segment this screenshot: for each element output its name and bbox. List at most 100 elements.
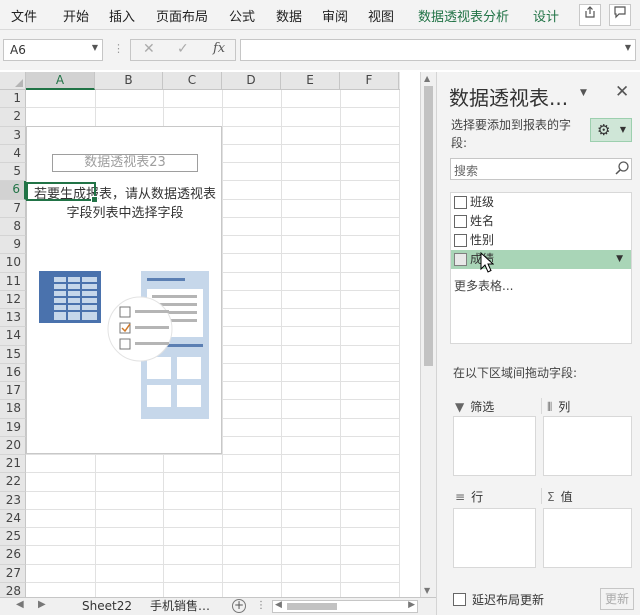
column-header-f[interactable]: F bbox=[340, 72, 399, 90]
tab-page-layout[interactable]: 页面布局 bbox=[156, 6, 208, 25]
column-header-d[interactable]: D bbox=[222, 72, 281, 90]
row-header[interactable]: 14 bbox=[0, 327, 26, 346]
row-header[interactable]: 4 bbox=[0, 144, 26, 163]
sigma-icon: Σ bbox=[547, 490, 555, 504]
scrollbar-thumb[interactable] bbox=[424, 86, 433, 366]
row-header[interactable]: 20 bbox=[0, 436, 26, 455]
tab-split-icon[interactable]: ⋮ bbox=[256, 600, 266, 611]
gridline bbox=[26, 527, 400, 528]
vertical-scrollbar[interactable]: ▲ ▼ bbox=[420, 72, 436, 597]
row-header[interactable]: 10 bbox=[0, 254, 26, 273]
column-header-b[interactable]: B bbox=[95, 72, 163, 90]
tab-file[interactable]: 文件 bbox=[11, 6, 37, 25]
row-header[interactable]: 3 bbox=[0, 126, 26, 145]
row-header[interactable]: 25 bbox=[0, 528, 26, 547]
row-header[interactable]: 19 bbox=[0, 418, 26, 437]
scrollbar-thumb[interactable] bbox=[287, 603, 337, 610]
tab-review[interactable]: 审阅 bbox=[322, 6, 348, 25]
formula-bar-grip-icon[interactable]: ⋮ bbox=[113, 42, 124, 55]
row-header[interactable]: 23 bbox=[0, 491, 26, 510]
scroll-up-icon[interactable]: ▲ bbox=[424, 74, 430, 83]
next-sheet-icon[interactable]: ▶ bbox=[38, 599, 46, 610]
row-header[interactable]: 12 bbox=[0, 290, 26, 309]
field-item-name[interactable]: 姓名 bbox=[451, 212, 631, 231]
tab-formulas[interactable]: 公式 bbox=[229, 6, 255, 25]
row-header[interactable]: 27 bbox=[0, 564, 26, 583]
field-item-class[interactable]: 班级 bbox=[451, 193, 631, 212]
rows-drop-zone[interactable] bbox=[453, 508, 536, 568]
values-drop-zone[interactable] bbox=[543, 508, 632, 568]
chevron-down-icon[interactable]: ▼ bbox=[616, 250, 623, 269]
sheet-tab[interactable]: 手机销售… bbox=[144, 598, 216, 615]
row-header[interactable]: 15 bbox=[0, 345, 26, 364]
field-checkbox[interactable] bbox=[454, 234, 467, 247]
column-header-c[interactable]: C bbox=[163, 72, 222, 90]
row-header[interactable]: 6 bbox=[0, 181, 26, 200]
column-header-e[interactable]: E bbox=[281, 72, 340, 90]
gridline bbox=[281, 90, 282, 597]
row-header[interactable]: 9 bbox=[0, 236, 26, 255]
row-header[interactable]: 16 bbox=[0, 363, 26, 382]
column-header-g[interactable] bbox=[399, 72, 400, 90]
gridline bbox=[26, 472, 400, 474]
row-header[interactable]: 13 bbox=[0, 309, 26, 328]
search-icon[interactable] bbox=[614, 160, 630, 180]
comment-icon[interactable] bbox=[609, 4, 631, 26]
selected-cell-a6[interactable] bbox=[26, 182, 98, 203]
columns-drop-zone[interactable] bbox=[543, 416, 632, 476]
column-header-a[interactable]: A bbox=[26, 72, 95, 90]
worksheet-grid[interactable]: A B C D E F 1 2 3 4 5 6 7 8 9 10 11 12 13 14 15 16 17 18 1… bbox=[0, 72, 400, 597]
row-header[interactable]: 22 bbox=[0, 473, 26, 492]
field-checkbox[interactable] bbox=[454, 215, 467, 228]
scroll-left-icon[interactable]: ◀ bbox=[275, 600, 282, 610]
insert-function-button[interactable]: fx bbox=[213, 41, 225, 56]
share-icon[interactable] bbox=[579, 4, 601, 26]
field-settings-button[interactable]: ⚙ ▼ bbox=[590, 118, 632, 142]
close-icon[interactable]: ✕ bbox=[615, 82, 629, 102]
field-search-input[interactable]: 搜索 bbox=[450, 158, 632, 180]
row-header[interactable]: 7 bbox=[0, 199, 26, 218]
gridline bbox=[26, 508, 400, 510]
field-checkbox[interactable] bbox=[454, 253, 467, 266]
row-header[interactable]: 18 bbox=[0, 400, 26, 419]
prev-sheet-icon[interactable]: ◀ bbox=[16, 599, 24, 610]
row-header[interactable]: 28 bbox=[0, 582, 26, 597]
row-header[interactable]: 21 bbox=[0, 455, 26, 474]
add-sheet-button[interactable]: + bbox=[232, 599, 246, 613]
defer-checkbox[interactable] bbox=[453, 593, 466, 606]
update-button[interactable]: 更新 bbox=[600, 588, 634, 610]
cancel-icon[interactable]: ✕ bbox=[143, 41, 155, 57]
select-all-button[interactable] bbox=[0, 72, 26, 90]
tab-home[interactable]: 开始 bbox=[63, 6, 89, 25]
row-header[interactable]: 11 bbox=[0, 272, 26, 291]
scroll-right-icon[interactable]: ▶ bbox=[408, 600, 415, 610]
field-item-score[interactable]: 成绩 ▼ bbox=[451, 250, 631, 269]
enter-icon[interactable]: ✓ bbox=[177, 41, 189, 57]
expand-formula-icon[interactable]: ▼ bbox=[625, 43, 631, 52]
filter-drop-zone[interactable] bbox=[453, 416, 536, 476]
tab-view[interactable]: 视图 bbox=[368, 6, 394, 25]
more-tables-link[interactable]: 更多表格... bbox=[454, 277, 513, 294]
row-header[interactable]: 2 bbox=[0, 108, 26, 127]
row-header[interactable]: 5 bbox=[0, 163, 26, 182]
name-box[interactable]: A6 ▼ bbox=[3, 39, 103, 61]
row-header[interactable]: 1 bbox=[0, 90, 26, 109]
row-header[interactable]: 26 bbox=[0, 546, 26, 565]
sheet-tab[interactable]: Sheet22 bbox=[76, 598, 138, 615]
formula-input[interactable]: ▼ bbox=[240, 39, 636, 61]
gridline bbox=[26, 545, 400, 547]
tab-data[interactable]: 数据 bbox=[276, 6, 302, 25]
row-header[interactable]: 24 bbox=[0, 509, 26, 528]
row-header[interactable]: 17 bbox=[0, 382, 26, 401]
chevron-down-icon[interactable]: ▼ bbox=[580, 88, 587, 98]
tab-pivottable-analyze[interactable]: 数据透视表分析 bbox=[418, 6, 509, 25]
field-checkbox[interactable] bbox=[454, 196, 467, 209]
gridline bbox=[340, 90, 341, 597]
field-item-gender[interactable]: 性别 bbox=[451, 231, 631, 250]
horizontal-scrollbar[interactable]: ◀ ▶ bbox=[272, 600, 418, 613]
row-header[interactable]: 8 bbox=[0, 217, 26, 236]
pivot-table-placeholder[interactable]: 数据透视表23 若要生成报表，请从数据透视表字段列表中选择字段 bbox=[26, 126, 222, 454]
scroll-down-icon[interactable]: ▼ bbox=[424, 586, 430, 595]
tab-insert[interactable]: 插入 bbox=[109, 6, 135, 25]
tab-design[interactable]: 设计 bbox=[533, 6, 559, 25]
